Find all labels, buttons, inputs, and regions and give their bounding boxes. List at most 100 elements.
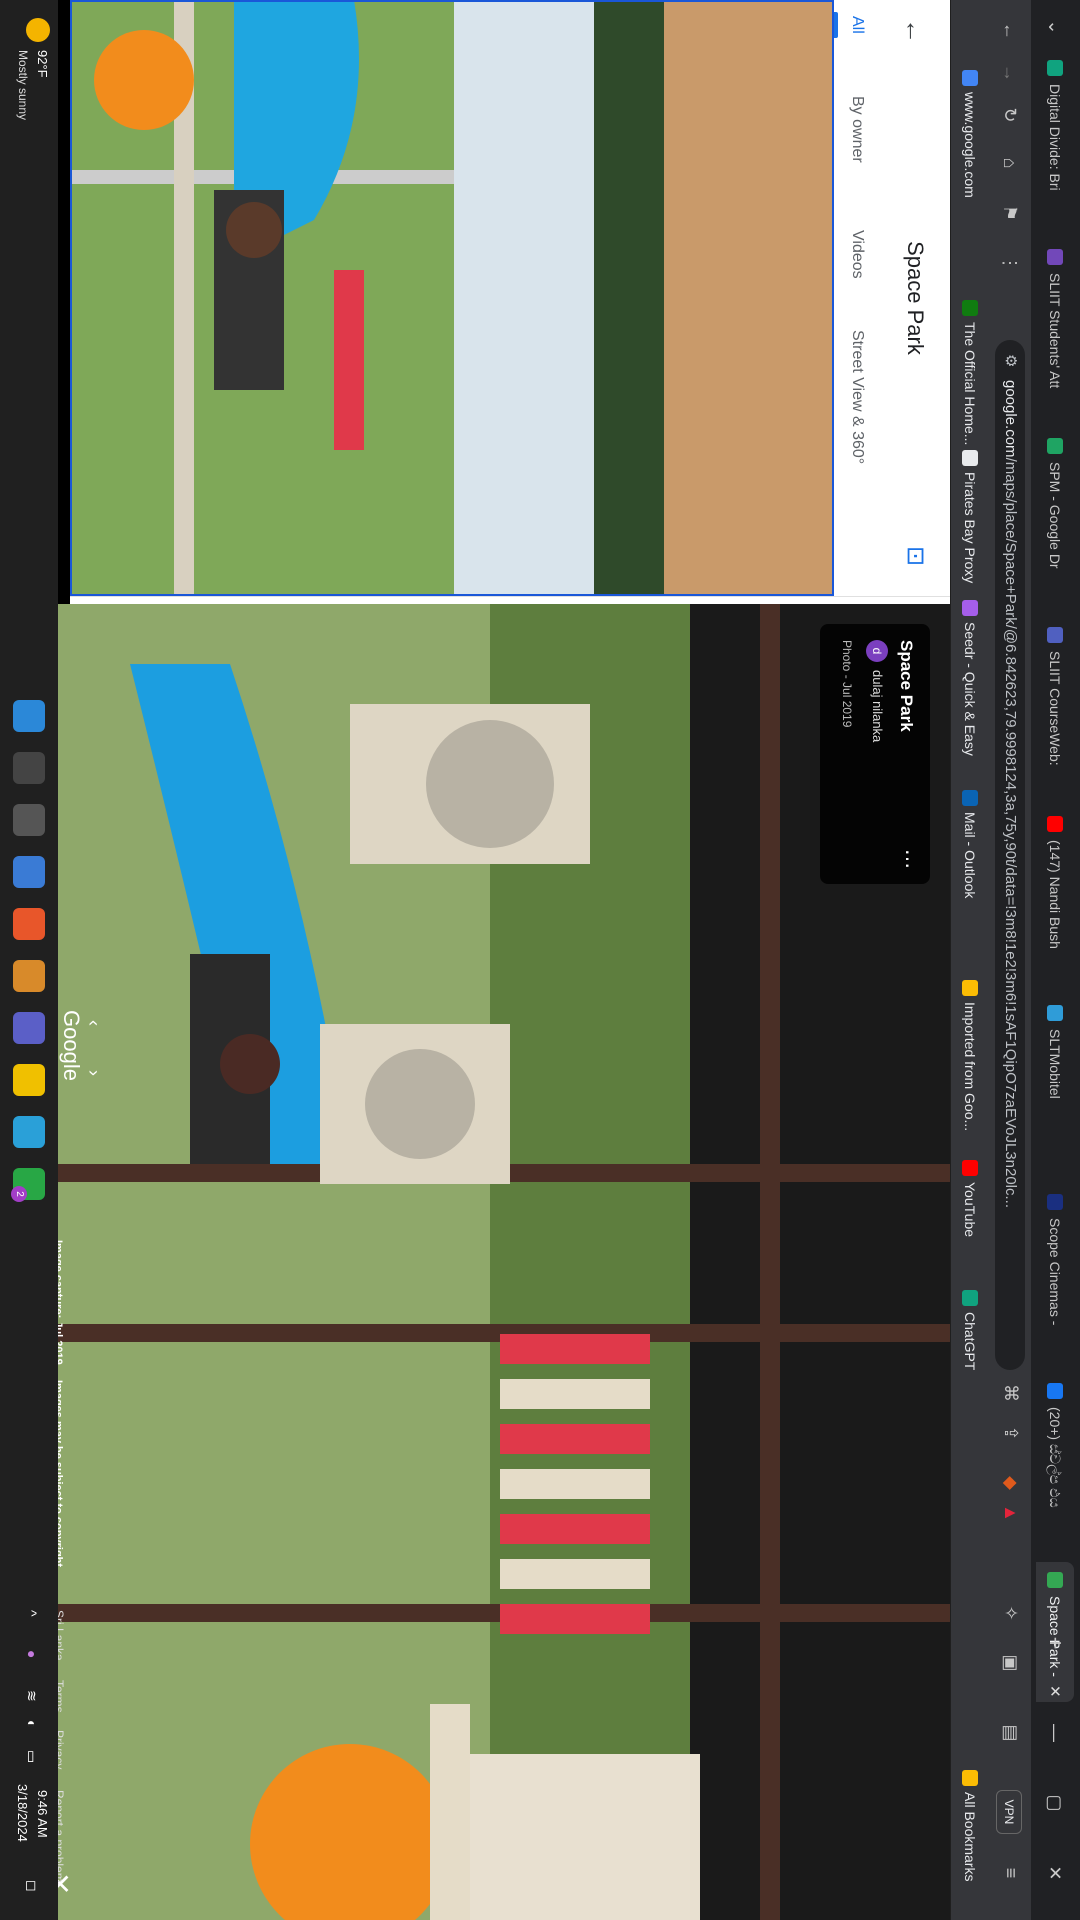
file-explorer-icon[interactable] [13,1064,45,1096]
new-tab-button[interactable]: + [1042,1630,1068,1656]
tab-label: (20+) ස්වල්ප ඵය [1047,1407,1064,1508]
forward-icon[interactable]: → [997,60,1023,86]
tab-6[interactable]: Scope Cinemas - [1036,1184,1074,1369]
clock-date[interactable]: 3/18/2024 [15,1784,30,1842]
youtube-icon [1047,816,1063,832]
brave-rewards-icon[interactable]: ▲ [998,1500,1024,1526]
tab-0[interactable]: Digital Divide: Bri [1036,50,1074,235]
tab-3[interactable]: SLIIT CourseWeb: [1036,617,1074,802]
task-view-icon[interactable] [13,804,45,836]
home-icon[interactable]: ⌂ [997,150,1023,176]
address-bar[interactable]: ⚙ google.com/maps/place/Space+Park/@6.84… [995,340,1025,1370]
tab-search-icon[interactable]: ⌄ [1042,14,1068,40]
tab-2[interactable]: SPM - Google Dr [1036,428,1074,613]
maximize-button[interactable]: ▢ [1042,1790,1068,1816]
bookmark-item[interactable]: The Official Home... [960,300,980,445]
tab-7[interactable]: (20+) ස්වල්ප ඵය [1036,1373,1074,1558]
site-info-icon[interactable]: ⚙ [995,354,1025,367]
meet-icon[interactable]: ● [24,1650,40,1658]
clock-time[interactable]: 9:46 AM [35,1790,50,1838]
tab-label: Scope Cinemas - [1047,1218,1063,1326]
prev-photo-icon[interactable]: ‹ [83,1020,104,1026]
back-icon[interactable]: ← [997,18,1023,44]
wifi-icon[interactable]: ≋ [23,1690,40,1702]
bookmark-item[interactable]: www.google.com [960,70,980,198]
battery-icon[interactable]: ▭ [23,1750,40,1763]
tab-label: Digital Divide: Bri [1047,84,1063,191]
search-icon[interactable] [13,752,45,784]
wallet-icon[interactable]: ▤ [998,1720,1024,1746]
google-logo: Google [59,1010,84,1081]
photo-tab-3[interactable]: Street View & 360° [848,330,866,464]
maps-photo-panel: ← Space Park ⊡ All By owner Videos Street V… [70,0,950,596]
tab-label: (147) Nandi Bush [1047,840,1063,949]
photo-thumbnail[interactable] [70,0,834,596]
close-tab-icon[interactable]: ✕ [1046,1685,1064,1698]
reload-icon[interactable]: ↻ [997,102,1023,128]
outlook-icon [962,790,978,806]
tab-5[interactable]: SLTMobitel [1036,995,1074,1180]
notification-badge: 2 [11,1186,27,1202]
photo-tab-0[interactable]: All [848,16,866,34]
chatgpt-icon [1047,60,1063,76]
tab-1[interactable]: SLIIT Students' Att [1036,239,1074,424]
store-icon[interactable] [13,856,45,888]
photo-tab-2[interactable]: Videos [848,230,866,279]
all-bookmarks[interactable]: All Bookmarks [960,1770,980,1881]
weather-temp[interactable]: 92°F [35,50,50,78]
weather-desc[interactable]: Mostly sunny [16,50,30,120]
bookmark-label: The Official Home... [962,322,978,446]
scope-icon [1047,1194,1063,1210]
translate-icon[interactable]: ⌘ [998,1380,1024,1406]
notifications-icon[interactable]: ◻ [23,1880,40,1892]
extensions-icon[interactable]: ⋮ [997,250,1023,276]
tab-4[interactable]: (147) Nandi Bush [1036,806,1074,991]
start-icon[interactable] [13,700,45,732]
bookmark-item[interactable]: Imported from Goo... [960,980,980,1131]
next-photo-icon[interactable]: › [83,1070,104,1076]
bookmark-item[interactable]: Seedr - Quick & Easy [960,600,980,756]
drive-icon [1047,438,1063,454]
youtube-icon [962,1160,978,1176]
sidebar-toggle-icon[interactable]: ▣ [998,1650,1024,1676]
photo-tabs: All By owner Videos Street View & 360° [834,0,878,596]
folder-icon [962,1770,978,1786]
bookmark-page-icon[interactable]: ⚑ [997,200,1023,226]
bookmark-item[interactable]: YouTube [960,1160,980,1237]
extension-puzzle-icon[interactable]: ✧ [998,1600,1024,1626]
bookmark-item[interactable]: ChatGPT [960,1290,980,1370]
bookmark-item[interactable]: Mail - Outlook [960,790,980,898]
add-photo-icon[interactable]: ⊡ [900,546,930,576]
bookmarks-bar: www.google.com The Official Home... Pirate… [950,0,989,1920]
vpn-button[interactable]: VPN [996,1790,1022,1834]
screen: ⌄ Digital Divide: Bri SLIIT Students' Att… [0,0,1080,1920]
whatsapp-icon[interactable]: 2 [11,1168,45,1202]
panel-title: Space Park [903,241,928,355]
weather-icon[interactable] [26,18,50,42]
menu-icon[interactable]: ≡ [998,1860,1024,1886]
brave-shields-icon[interactable]: ◆ [998,1470,1024,1496]
teams-icon[interactable] [13,1012,45,1044]
more-options-icon[interactable]: ⋯ [895,849,920,869]
share-icon[interactable]: ⇪ [998,1420,1024,1446]
viewer-place-name: Space Park [897,640,916,732]
folder-icon [962,980,978,996]
seedr-icon [962,600,978,616]
volume-icon[interactable]: ◐ [24,1720,40,1728]
selected-tab-indicator [834,12,838,38]
minimize-button[interactable]: — [1042,1720,1068,1746]
brave-icon[interactable] [13,908,45,940]
tab-label: SLIIT CourseWeb: [1047,651,1063,766]
show-hidden-icons[interactable]: ^ [24,1610,40,1617]
firefox-icon[interactable] [13,960,45,992]
photo-tab-1[interactable]: By owner [848,96,866,163]
bookmark-item[interactable]: Pirates Bay Proxy [960,450,980,583]
close-window-button[interactable]: ✕ [1042,1860,1068,1886]
tab-label: SPM - Google Dr [1047,462,1063,569]
photo-viewer[interactable] [0,604,950,1920]
app-icon[interactable] [13,1116,45,1148]
author-name[interactable]: dulaj nilanka [870,670,885,742]
author-avatar: d [866,640,888,662]
panel-header: ← Space Park ⊡ [878,0,950,596]
viewer-photo [0,604,950,1920]
